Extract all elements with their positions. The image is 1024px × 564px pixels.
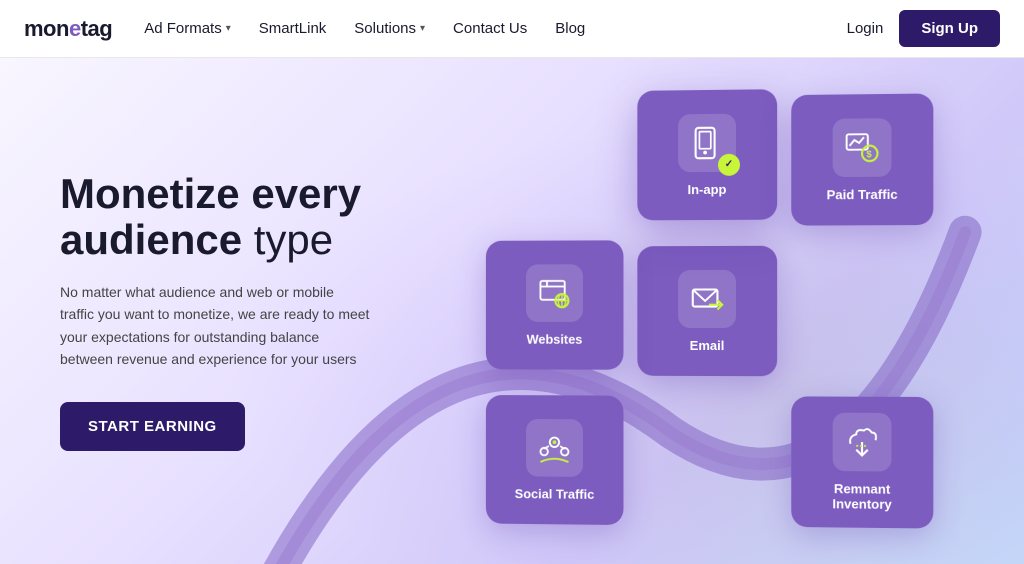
- card-paid-traffic-label: Paid Traffic: [827, 186, 898, 202]
- hero-left: Monetize everyaudience type No matter wh…: [0, 171, 420, 452]
- card-remnant-inventory-label: Remnant Inventory: [803, 481, 921, 512]
- cards-grid: ✓ In-app Websites: [486, 100, 933, 523]
- card-in-app[interactable]: ✓ In-app: [637, 89, 777, 220]
- nav-link-blog[interactable]: Blog: [555, 20, 585, 37]
- svg-text:$: $: [866, 148, 872, 159]
- chevron-down-icon: ▾: [420, 23, 425, 34]
- nav-link-solutions[interactable]: Solutions ▾: [354, 20, 425, 37]
- start-earning-button[interactable]: START EARNING: [60, 402, 245, 451]
- card-email[interactable]: Email: [637, 246, 777, 376]
- navbar: monetag Ad Formats ▾ SmartLink Solutions…: [0, 0, 1024, 58]
- email-icon: [678, 269, 736, 327]
- card-in-app-label: In-app: [688, 181, 727, 196]
- nav-left: monetag Ad Formats ▾ SmartLink Solutions…: [24, 16, 585, 42]
- hero-description: No matter what audience and web or mobil…: [60, 281, 370, 371]
- signup-button[interactable]: Sign Up: [899, 10, 1000, 47]
- nav-links: Ad Formats ▾ SmartLink Solutions ▾ Conta…: [144, 20, 585, 37]
- chevron-down-icon: ▾: [226, 23, 231, 34]
- social-traffic-icon: [526, 418, 583, 476]
- hero-right: ✓ In-app Websites: [420, 102, 1024, 520]
- card-remnant-inventory[interactable]: Remnant Inventory: [791, 396, 933, 528]
- logo[interactable]: monetag: [24, 16, 112, 42]
- websites-icon: [526, 264, 583, 322]
- card-websites-label: Websites: [527, 331, 583, 346]
- check-badge: ✓: [718, 153, 740, 175]
- hero-title: Monetize everyaudience type: [60, 171, 420, 263]
- nav-right: Login Sign Up: [847, 10, 1000, 47]
- card-paid-traffic[interactable]: $ Paid Traffic: [791, 93, 933, 225]
- nav-link-smartlink[interactable]: SmartLink: [259, 20, 327, 37]
- login-button[interactable]: Login: [847, 20, 884, 37]
- remnant-inventory-icon: [833, 413, 892, 472]
- paid-traffic-icon: $: [833, 118, 892, 177]
- card-social-traffic[interactable]: Social Traffic: [486, 395, 624, 525]
- card-email-label: Email: [690, 337, 725, 352]
- nav-link-ad-formats[interactable]: Ad Formats ▾: [144, 20, 231, 37]
- nav-link-contact[interactable]: Contact Us: [453, 20, 527, 37]
- in-app-icon: ✓: [678, 113, 736, 172]
- hero-section: Monetize everyaudience type No matter wh…: [0, 58, 1024, 564]
- card-social-traffic-label: Social Traffic: [515, 486, 595, 502]
- card-websites[interactable]: Websites: [486, 240, 624, 369]
